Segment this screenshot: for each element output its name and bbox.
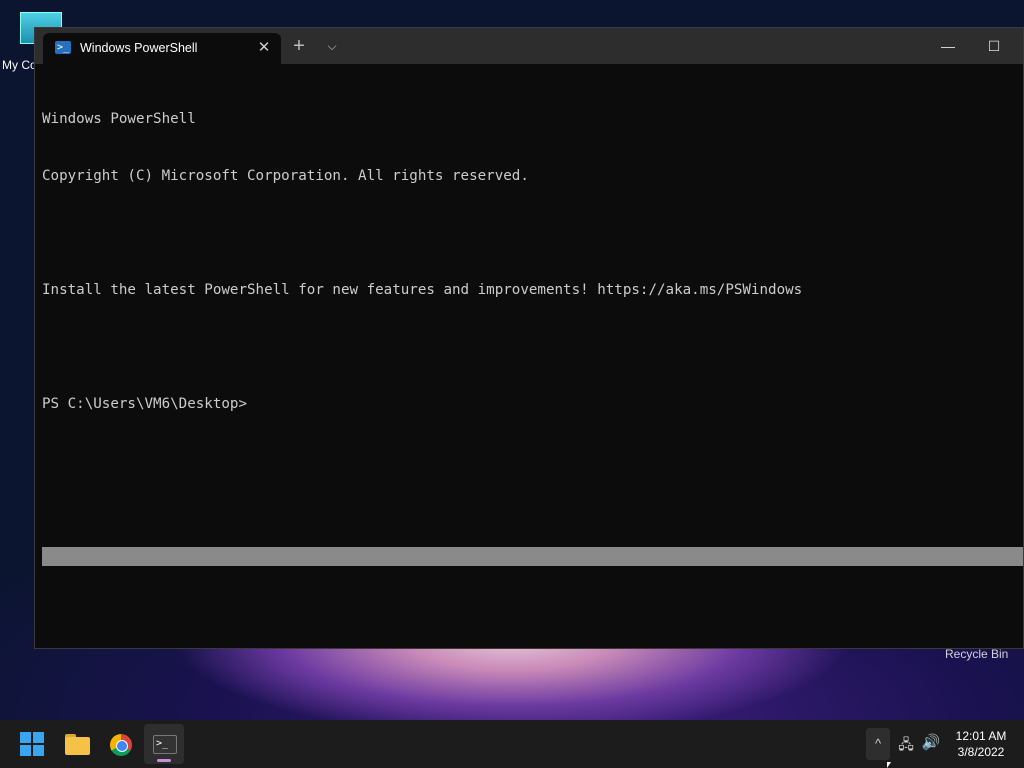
mouse-cursor bbox=[887, 762, 891, 768]
taskbar-terminal[interactable]: >_ bbox=[144, 724, 184, 764]
speaker-icon[interactable]: 🔊 bbox=[920, 733, 942, 753]
clock-date: 3/8/2022 bbox=[957, 745, 1005, 759]
maximize-button[interactable]: ☐ bbox=[971, 28, 1017, 64]
tab-title: Windows PowerShell bbox=[80, 41, 198, 55]
terminal-line: Install the latest PowerShell for new fe… bbox=[42, 282, 803, 298]
desktop-icon-label: My Co bbox=[2, 58, 37, 72]
terminal-line: Copyright (C) Microsoft Corporation. All… bbox=[42, 168, 529, 184]
title-bar[interactable]: >_ Windows PowerShell ✕ + ⌵ — ☐ bbox=[35, 28, 1023, 64]
desktop-icon-recycle-bin[interactable]: Recycle Bin bbox=[945, 647, 1008, 661]
terminal-icon: >_ bbox=[153, 735, 177, 754]
show-hidden-icons-button[interactable]: ^ bbox=[866, 728, 890, 760]
selection-highlight-bar bbox=[42, 547, 1023, 566]
start-button[interactable] bbox=[12, 724, 52, 764]
system-clock[interactable]: 12:01 AM 3/8/2022 bbox=[948, 728, 1014, 760]
new-tab-button[interactable]: + bbox=[289, 35, 309, 57]
active-indicator bbox=[157, 759, 171, 762]
minimize-button[interactable]: — bbox=[925, 28, 971, 64]
chevron-down-icon[interactable]: ⌵ bbox=[323, 36, 341, 56]
terminal-prompt: PS C:\Users\VM6\Desktop> bbox=[42, 396, 247, 412]
network-icon[interactable]: 🖧 bbox=[896, 734, 916, 754]
close-tab-icon[interactable]: ✕ bbox=[255, 39, 273, 57]
taskbar-chrome[interactable] bbox=[101, 724, 141, 764]
taskbar-file-explorer[interactable] bbox=[57, 724, 97, 764]
terminal-output[interactable]: Windows PowerShell Copyright (C) Microso… bbox=[42, 72, 1023, 452]
terminal-line: Windows PowerShell bbox=[42, 111, 196, 127]
taskbar: >_ ^ 🖧 🔊 12:01 AM 3/8/2022 bbox=[0, 720, 1024, 768]
tab-powershell[interactable]: >_ Windows PowerShell ✕ bbox=[43, 33, 281, 64]
clock-time: 12:01 AM bbox=[955, 729, 1007, 743]
terminal-window: >_ Windows PowerShell ✕ + ⌵ — ☐ Windows … bbox=[34, 27, 1024, 649]
powershell-icon: >_ bbox=[55, 41, 71, 54]
